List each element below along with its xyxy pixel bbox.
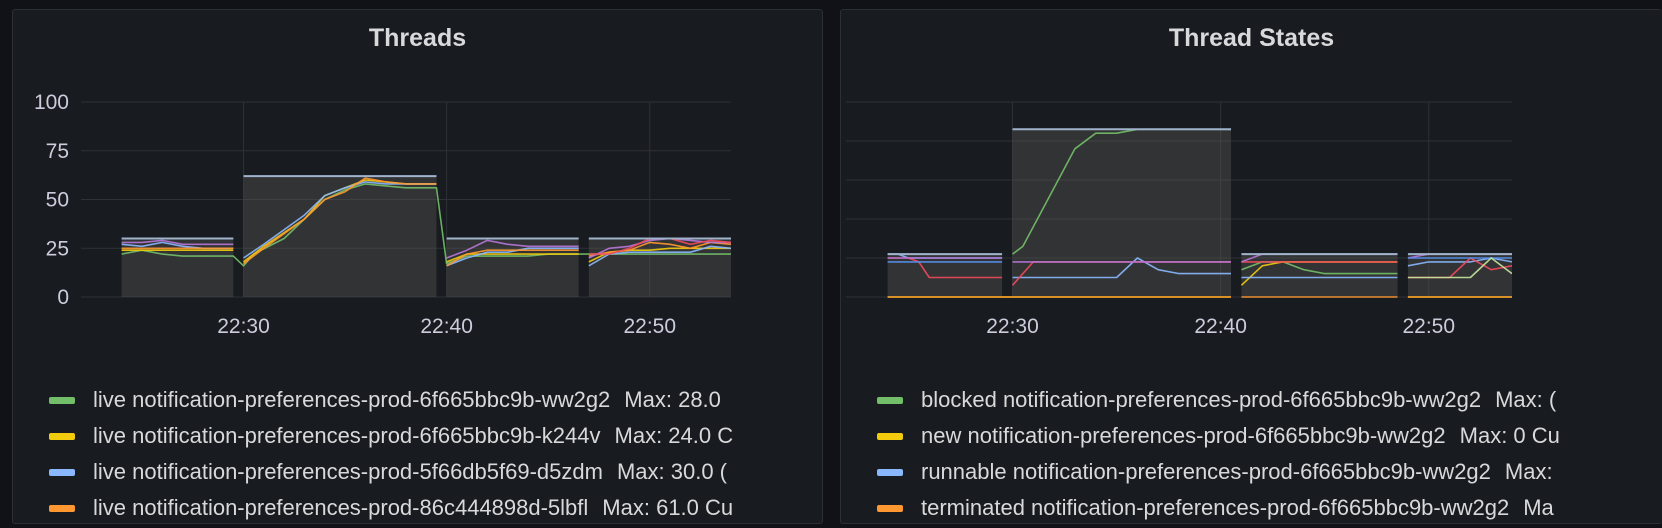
legend-stats: Max: 28.0 xyxy=(624,387,721,412)
legend-label: live notification-preferences-prod-6f665… xyxy=(93,423,601,448)
legend-stats: Max: 30.0 ( xyxy=(616,459,727,484)
x-tick-label: 22:30 xyxy=(986,315,1039,338)
legend-stats: Ma xyxy=(1523,495,1554,520)
legend-swatch xyxy=(877,468,903,476)
threads-chart: 0 25 50 75 100 22:30 22:40 22:50 xyxy=(34,91,731,338)
legend-swatch xyxy=(49,504,75,512)
plot-area xyxy=(887,128,1512,298)
legend-label: blocked notification-preferences-prod-6f… xyxy=(921,387,1482,412)
plot-area xyxy=(121,175,731,297)
legend-stats: Max: ( xyxy=(1495,387,1557,412)
legend-label: live notification-preferences-prod-5f66d… xyxy=(93,459,603,484)
legend-swatch xyxy=(877,432,903,440)
legend-item[interactable]: live notification-preferences-prod-6f665… xyxy=(49,418,822,454)
thread-states-panel: Thread States 0102030405022:3022:4022:50… xyxy=(840,9,1662,524)
legend-item[interactable]: live notification-preferences-prod-86c44… xyxy=(49,490,822,523)
y-tick-label: 25 xyxy=(46,237,69,260)
x-tick-label: 22:50 xyxy=(623,315,676,338)
legend-item[interactable]: runnable notification-preferences-prod-6… xyxy=(877,454,1662,490)
legend-stats: Max: 0 Cu xyxy=(1459,423,1560,448)
threads-legend: live notification-preferences-prod-6f665… xyxy=(49,382,822,523)
legend-swatch xyxy=(49,396,75,404)
legend-swatch xyxy=(877,396,903,404)
y-tick-label: 100 xyxy=(34,91,69,114)
legend-label: new notification-preferences-prod-6f665b… xyxy=(921,423,1446,448)
area-fill xyxy=(121,238,234,297)
legend-stats: Max: 24.0 C xyxy=(614,423,734,448)
legend-item[interactable]: live notification-preferences-prod-6f665… xyxy=(49,382,822,418)
legend-label: terminated notification-preferences-prod… xyxy=(921,495,1510,520)
x-tick-label: 22:30 xyxy=(217,315,270,338)
legend-label: runnable notification-preferences-prod-6… xyxy=(921,459,1491,484)
y-tick-label: 75 xyxy=(46,140,69,163)
x-tick-label: 22:50 xyxy=(1402,315,1455,338)
legend-label: live notification-preferences-prod-86c44… xyxy=(93,495,589,520)
x-tick-label: 22:40 xyxy=(420,315,473,338)
legend-item[interactable]: live notification-preferences-prod-5f66d… xyxy=(49,454,822,490)
x-tick-label: 22:40 xyxy=(1194,315,1247,338)
thread-states-chart: 0102030405022:3022:4022:50 xyxy=(846,101,1512,338)
area-fill xyxy=(1407,254,1512,297)
legend-item[interactable]: terminated notification-preferences-prod… xyxy=(877,490,1662,523)
y-tick-label: 0 xyxy=(57,286,69,309)
area-fill xyxy=(1241,254,1398,297)
threads-panel: Threads 0 25 50 75 100 22:30 22:40 22:50 live n… xyxy=(12,9,823,524)
legend-label: live notification-preferences-prod-6f665… xyxy=(93,387,611,412)
y-tick-label: 50 xyxy=(46,189,69,212)
thread-states-legend: blocked notification-preferences-prod-6f… xyxy=(877,382,1662,523)
legend-stats: Max: xyxy=(1504,459,1553,484)
legend-item[interactable]: blocked notification-preferences-prod-6f… xyxy=(877,382,1662,418)
area-fill xyxy=(446,238,579,297)
legend-swatch xyxy=(49,468,75,476)
legend-swatch xyxy=(877,504,903,512)
legend-swatch xyxy=(49,432,75,440)
legend-stats: Max: 61.0 Cu xyxy=(602,495,734,520)
area-fill xyxy=(887,254,1003,297)
legend-item[interactable]: new notification-preferences-prod-6f665b… xyxy=(877,418,1662,454)
